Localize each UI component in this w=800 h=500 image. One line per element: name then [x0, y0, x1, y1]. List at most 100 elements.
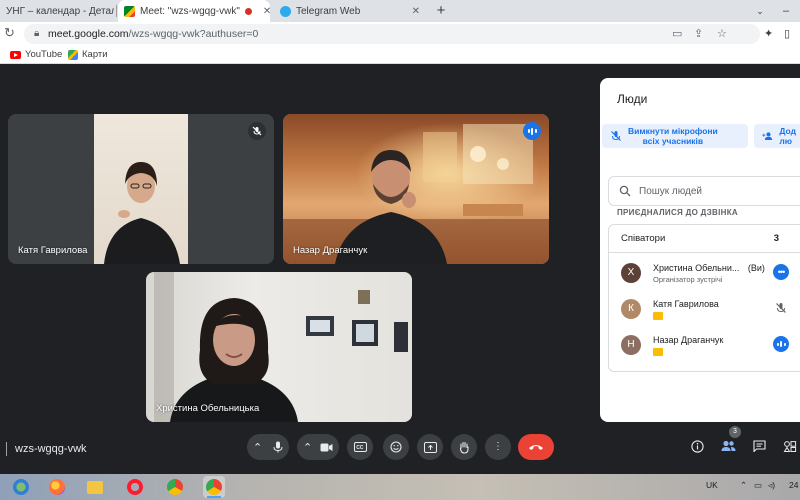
active-indicator	[207, 496, 221, 498]
tab-search-chevron-icon[interactable]: ⌄	[752, 3, 768, 19]
side-panel-icon[interactable]: ▯	[784, 27, 790, 40]
taskbar-app-weather[interactable]	[10, 476, 32, 498]
leave-call-button[interactable]	[518, 434, 554, 460]
participant-silhouette	[154, 272, 408, 422]
extensions-puzzle-icon[interactable]: ✦	[764, 27, 773, 40]
more-options-button[interactable]: ⋮	[485, 434, 511, 460]
mic-off-icon	[248, 122, 266, 140]
weather-icon	[13, 479, 29, 495]
opera-icon	[127, 479, 143, 495]
meeting-details-icon[interactable]	[687, 436, 707, 456]
reactions-button[interactable]	[383, 434, 409, 460]
closed-captions-icon: CC	[353, 442, 367, 452]
tab-telegram[interactable]: Telegram Web ✕	[274, 0, 426, 22]
search-people-input[interactable]: Пошук людей	[608, 176, 800, 206]
chevron-up-icon[interactable]: ⌃	[253, 441, 262, 454]
bookmark-maps[interactable]: Карти	[68, 49, 108, 60]
people-icon[interactable]	[718, 436, 738, 456]
close-tab-icon[interactable]: ✕	[412, 6, 420, 17]
reload-icon[interactable]: ↻	[4, 25, 15, 41]
avatar: К	[621, 299, 641, 319]
taskbar-app-opera[interactable]	[124, 476, 146, 498]
present-screen-button[interactable]	[417, 434, 443, 460]
mute-all-label-line2: всіх учасників	[642, 136, 704, 146]
speaking-indicator-icon[interactable]	[773, 336, 789, 352]
firefox-icon	[49, 479, 65, 495]
taskbar-app-chrome-active[interactable]	[203, 476, 225, 498]
raise-hand-icon	[459, 441, 469, 454]
more-options-icon[interactable]: •••	[773, 264, 789, 280]
participant-name: Катя Гаврилова	[18, 245, 88, 256]
group-count: 3	[773, 233, 779, 244]
raise-hand-button[interactable]	[451, 434, 477, 460]
people-panel: Люди Вимкнути мікрофони всіх учасників Д…	[600, 78, 800, 422]
bookmarks-bar: YouTube Карти	[0, 46, 800, 64]
taskbar-app-firefox[interactable]	[46, 476, 68, 498]
participant-tile-khrystyna[interactable]: Христина Обельницька	[146, 272, 412, 422]
guest-tag-icon	[653, 348, 663, 356]
participant-name: Катя Гаврилова	[653, 299, 719, 309]
participant-tile-katya[interactable]: Катя Гаврилова	[8, 114, 274, 264]
avatar: Н	[621, 335, 641, 355]
participant-row[interactable]: К Катя Гаврилова	[621, 297, 800, 327]
youtube-icon	[10, 50, 21, 59]
bookmark-label: YouTube	[25, 49, 63, 60]
tab-divider	[116, 5, 117, 17]
participant-row[interactable]: Н Назар Драганчук	[621, 333, 800, 363]
mute-all-label: Вимкнути мікрофони всіх учасників	[628, 126, 718, 146]
tab-title: Meet: "wzs-wgqg-vwk"	[140, 5, 240, 17]
participant-video	[146, 272, 412, 422]
volume-icon[interactable]: ◃)	[768, 480, 775, 491]
network-icon[interactable]: ▭	[754, 480, 762, 491]
clock-time[interactable]: 24	[789, 480, 798, 490]
address-bar[interactable]: 🔒︎ meet.google.com/wzs-wgqg-vwk?authuser…	[24, 24, 760, 44]
mute-all-button[interactable]: Вимкнути мікрофони всіх учасників	[602, 124, 748, 148]
participant-name: Христина Обельницька	[156, 403, 260, 414]
add-people-button[interactable]: Дод лю	[754, 124, 800, 148]
bookmark-star-icon[interactable]: ☆	[717, 27, 727, 40]
participant-name: Христина Обельни... (Ви)	[653, 263, 765, 273]
participant-name: Назар Драганчук	[653, 335, 724, 345]
captions-button[interactable]: CC	[347, 434, 373, 460]
close-tab-icon[interactable]: ✕	[263, 6, 270, 17]
chat-icon[interactable]	[749, 436, 769, 456]
camera-in-use-icon[interactable]: ▭	[672, 27, 682, 40]
google-meet-icon	[124, 5, 135, 17]
svg-text:CC: CC	[356, 445, 364, 451]
search-icon	[619, 185, 631, 197]
participant-row[interactable]: Х Христина Обельни... (Ви) Організатор з…	[621, 261, 800, 291]
add-people-label: Дод лю	[779, 126, 796, 146]
you-label: (Ви)	[747, 263, 765, 273]
url-host: meet.google.com	[48, 28, 129, 40]
tab-calendar[interactable]: УНГ – календар - Деталі по ✕	[0, 0, 114, 22]
browser-tab-strip: УНГ – календар - Деталі по ✕ Meet: "wzs-…	[0, 0, 800, 22]
activities-icon[interactable]	[780, 436, 800, 456]
minimize-icon[interactable]: –	[778, 0, 794, 22]
microphone-icon	[273, 441, 283, 453]
taskbar-app-chrome[interactable]	[164, 476, 186, 498]
microphone-button[interactable]: ⌃	[247, 434, 289, 460]
tab-meet[interactable]: Meet: "wzs-wgqg-vwk" ✕	[118, 0, 270, 22]
add-people-label-line2: лю	[779, 136, 793, 146]
meeting-code: wzs-wgqg-vwk	[15, 443, 87, 455]
participant-silhouette	[104, 162, 180, 264]
camera-button[interactable]: ⌃	[297, 434, 339, 460]
taskbar-app-file-explorer[interactable]	[84, 476, 106, 498]
chrome-icon	[167, 479, 183, 495]
participant-tile-nazar[interactable]: Назар Драганчук	[283, 114, 549, 264]
guest-tag-icon	[653, 312, 663, 320]
chevron-up-icon[interactable]: ⌃	[303, 441, 312, 454]
folder-icon	[87, 481, 103, 494]
bookmark-youtube[interactable]: YouTube	[10, 49, 62, 60]
group-name[interactable]: Співатори	[621, 233, 665, 244]
new-tab-button[interactable]: +	[432, 2, 450, 20]
lock-icon[interactable]: 🔒︎	[34, 28, 39, 39]
language-indicator[interactable]: UK	[706, 480, 718, 490]
tray-chevron-up-icon[interactable]: ⌃	[740, 480, 747, 491]
share-icon[interactable]: ⇪	[694, 27, 703, 40]
participant-group: Співатори 3 Х Христина Обельни... (Ви) О…	[608, 224, 800, 372]
virtual-background	[283, 124, 549, 264]
add-people-label-line1: Дод	[779, 126, 796, 136]
mic-off-icon[interactable]	[773, 300, 789, 316]
section-label: ПРИЄДНАЛИСЯ ДО ДЗВІНКА	[617, 208, 738, 217]
